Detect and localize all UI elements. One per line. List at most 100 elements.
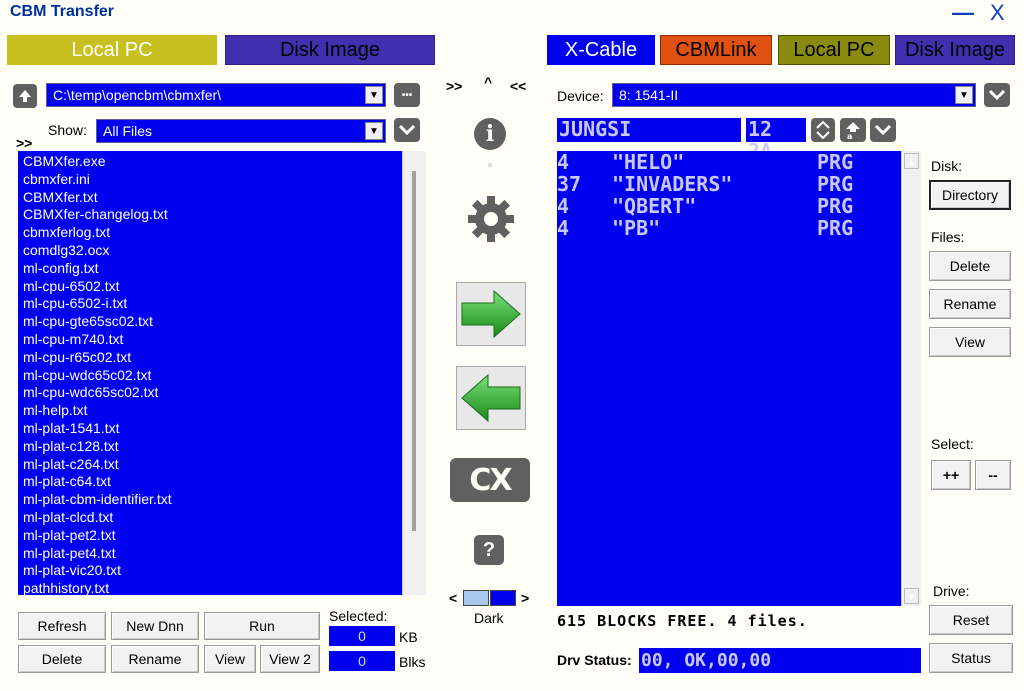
directory-blocks: 4 <box>557 194 570 218</box>
drive-reset-button[interactable]: Reset <box>929 605 1013 635</box>
disk-id-field[interactable]: 12 2A <box>746 118 806 162</box>
file-list-item[interactable]: ml-plat-c64.txt <box>23 473 426 491</box>
theme-next-arrow[interactable]: > <box>521 590 529 606</box>
transfer-left-button[interactable] <box>456 366 526 430</box>
file-list-item[interactable]: ml-plat-pet4.txt <box>23 545 426 563</box>
path-value: C:\temp\opencbm\cbmxfer\ <box>53 87 222 103</box>
show-expand-button[interactable] <box>394 118 420 142</box>
scrollbar-thumb[interactable] <box>412 171 416 531</box>
tab-disk-image-left[interactable]: Disk Image <box>225 35 435 65</box>
drive-status-button[interactable]: Status <box>929 643 1013 673</box>
file-list-item[interactable]: ml-cpu-6502.txt <box>23 278 426 296</box>
tab-disk-image-right[interactable]: Disk Image <box>895 35 1015 65</box>
view-local-button[interactable]: View <box>204 645 256 673</box>
directory-name: "HELO" <box>612 151 685 174</box>
scroll-down-arrow-icon[interactable]: ▼ <box>904 588 919 604</box>
chevron-down-icon[interactable]: ▼ <box>365 86 383 104</box>
refresh-button[interactable]: Refresh <box>18 612 106 640</box>
disk-directory-list[interactable]: 4 "HELO" PRG 37 "INVADERS" PRG 4 "QBERT" PRG 4 "PB… <box>557 151 921 606</box>
directory-row[interactable]: 4 "QBERT" PRG <box>557 195 921 217</box>
tab-local-pc-right[interactable]: Local PC <box>778 35 890 65</box>
file-list-item[interactable]: ml-help.txt <box>23 402 426 420</box>
delete-local-button[interactable]: Delete <box>18 645 106 673</box>
file-list-scrollbar[interactable] <box>402 151 426 595</box>
select-section-label: Select: <box>931 436 974 452</box>
run-button[interactable]: Run <box>204 612 320 640</box>
disk-name-field[interactable]: JUNGSI <box>557 118 741 142</box>
theme-dark-swatch[interactable] <box>490 590 516 606</box>
file-list-item[interactable]: ml-cpu-gte65sc02.txt <box>23 313 426 331</box>
directory-type: PRG <box>817 194 854 218</box>
view2-local-button[interactable]: View 2 <box>260 645 320 673</box>
drv-status-label: Drv Status: <box>557 652 632 668</box>
device-combo[interactable]: 8: 1541-II ▼ <box>612 83 976 107</box>
device-expand-button[interactable] <box>984 83 1010 107</box>
up-folder-button[interactable] <box>13 84 37 108</box>
file-list-item[interactable]: ml-plat-vic20.txt <box>23 562 426 580</box>
caret-up[interactable]: ^ <box>484 74 492 90</box>
file-list-item[interactable]: CBMXfer.txt <box>23 189 426 207</box>
chevron-down-icon[interactable]: ▼ <box>365 122 383 140</box>
files-section-label: Files: <box>931 229 965 245</box>
expand-left-label[interactable]: >> <box>16 135 32 151</box>
charset-toggle-button[interactable]: a <box>840 118 866 142</box>
file-list-item[interactable]: pathhistory.txt <box>23 580 426 595</box>
directory-scrollbar[interactable]: ▲ ▼ <box>901 151 921 606</box>
close-button[interactable]: X <box>990 0 1005 26</box>
theme-light-swatch[interactable] <box>463 590 489 606</box>
file-list-item[interactable]: CBMXfer.exe <box>23 153 426 171</box>
directory-button[interactable]: Directory <box>929 180 1011 210</box>
expand-right-arrows[interactable]: << <box>510 78 526 94</box>
local-file-list[interactable]: CBMXfer.exe cbmxfer.ini CBMXfer.txt CBMXfer… <box>18 151 426 595</box>
file-list-item[interactable]: ml-plat-clcd.txt <box>23 509 426 527</box>
directory-row[interactable]: 37 "INVADERS" PRG <box>557 173 921 195</box>
file-list-item[interactable]: CBMXfer-changelog.txt <box>23 206 426 224</box>
file-list-item[interactable]: cbmxferlog.txt <box>23 224 426 242</box>
cx-logo[interactable]: CX <box>450 458 530 502</box>
expand-left-arrows[interactable]: >> <box>446 78 462 94</box>
path-combo[interactable]: C:\temp\opencbm\cbmxfer\ ▼ <box>46 83 386 107</box>
select-none-button[interactable]: -- <box>975 460 1011 490</box>
file-list-item[interactable]: ml-plat-pet2.txt <box>23 527 426 545</box>
scroll-up-arrow-icon[interactable]: ▲ <box>904 153 919 169</box>
chevron-down-icon <box>399 125 415 135</box>
file-list-item[interactable]: ml-cpu-m740.txt <box>23 331 426 349</box>
file-list-item[interactable]: cbmxfer.ini <box>23 171 426 189</box>
file-list-item[interactable]: ml-cpu-wdc65c02.txt <box>23 367 426 385</box>
settings-gear-icon[interactable] <box>466 194 516 247</box>
directory-blocks: 4 <box>557 151 570 174</box>
file-list-item[interactable]: ml-cpu-r65c02.txt <box>23 349 426 367</box>
new-dnn-button[interactable]: New Dnn <box>111 612 199 640</box>
file-list-item[interactable]: ml-plat-cbm-identifier.txt <box>23 491 426 509</box>
file-list-item[interactable]: ml-plat-c264.txt <box>23 456 426 474</box>
sort-updown-button[interactable] <box>811 118 835 142</box>
theme-prev-arrow[interactable]: < <box>449 590 457 606</box>
show-label: Show: <box>48 122 87 138</box>
right-panel-expand-button[interactable] <box>870 118 896 142</box>
file-list-item[interactable]: ml-config.txt <box>23 260 426 278</box>
rename-local-button[interactable]: Rename <box>111 645 199 673</box>
info-icon[interactable]: i <box>474 118 506 150</box>
file-list-item[interactable]: ml-cpu-6502-i.txt <box>23 295 426 313</box>
tab-cbmlink[interactable]: CBMLink <box>660 35 772 65</box>
arrow-left-icon <box>461 373 521 423</box>
chevron-down-icon[interactable]: ▼ <box>955 86 973 104</box>
view-disk-button[interactable]: View <box>929 327 1011 357</box>
path-more-button[interactable]: ••• <box>394 83 420 107</box>
tab-local-pc-left[interactable]: Local PC <box>7 35 217 65</box>
file-list-item[interactable]: comdlg32.ocx <box>23 242 426 260</box>
select-all-button[interactable]: ++ <box>931 460 971 490</box>
directory-row[interactable]: 4 "PB" PRG <box>557 217 921 239</box>
file-list-item[interactable]: ml-plat-c128.txt <box>23 438 426 456</box>
up-arrow-icon <box>19 90 31 102</box>
tab-xcable[interactable]: X-Cable <box>547 35 655 65</box>
minimize-button[interactable]: — <box>952 0 974 26</box>
transfer-right-button[interactable] <box>456 282 526 346</box>
file-list-item[interactable]: ml-cpu-wdc65sc02.txt <box>23 384 426 402</box>
directory-row[interactable]: 4 "HELO" PRG <box>557 151 921 173</box>
file-list-item[interactable]: ml-plat-1541.txt <box>23 420 426 438</box>
rename-disk-button[interactable]: Rename <box>929 289 1011 319</box>
delete-disk-button[interactable]: Delete <box>929 251 1011 281</box>
help-icon[interactable]: ? <box>474 535 504 565</box>
show-filter-combo[interactable]: All Files ▼ <box>96 119 386 143</box>
